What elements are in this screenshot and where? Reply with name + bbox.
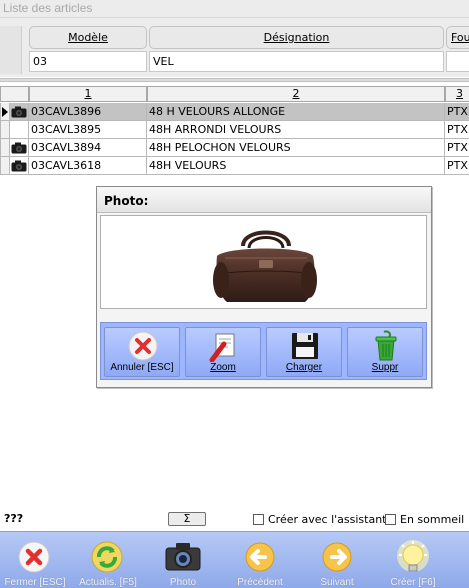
cell-code: 03CAVL3895 [29, 121, 147, 139]
floppy-disk-icon [292, 333, 318, 359]
zoom-icon [209, 333, 235, 362]
row-photo-cell [10, 121, 29, 139]
arrow-left-icon [245, 542, 275, 572]
camera-icon [11, 106, 27, 118]
delete-button[interactable]: Suppr [347, 327, 423, 377]
row-photo-cell [10, 157, 29, 175]
grid-header-col2[interactable]: 2 [147, 86, 445, 102]
previous-button[interactable]: Précédent [225, 532, 295, 588]
cell-code: 03CAVL3896 [29, 103, 147, 121]
table-row[interactable]: 03CAVL3895 48H ARRONDI VELOURS PTX [0, 121, 469, 139]
current-row-arrow-icon [2, 107, 8, 117]
camera-icon [165, 543, 201, 571]
filter-header-designation[interactable]: Désignation [149, 26, 444, 49]
trash-bin-icon [375, 330, 397, 361]
photo-preview [100, 215, 427, 309]
row-indicator [0, 103, 10, 121]
cell-designation: 48H VELOURS [147, 157, 445, 175]
cell-col3: PTX [445, 157, 469, 175]
refresh-button[interactable]: Actualis. [F5] [73, 532, 143, 588]
cell-code: 03CAVL3618 [29, 157, 147, 175]
table-row[interactable]: 03CAVL3618 48H VELOURS PTX [0, 157, 469, 175]
grid-header-col3[interactable]: 3 [445, 86, 469, 102]
window-title: Liste des articles [3, 1, 93, 15]
light-bulb-icon [397, 540, 429, 572]
cell-designation: 48H PELOCHON VELOURS [147, 139, 445, 157]
filter-input-fournisseur[interactable] [446, 51, 469, 72]
close-button[interactable]: Fermer [ESC] [0, 532, 70, 588]
cancel-x-icon [128, 331, 158, 361]
cell-col3: PTX [445, 139, 469, 157]
create-button[interactable]: Créer [F6] [378, 532, 448, 588]
camera-icon [11, 160, 27, 172]
arrow-right-icon [322, 542, 352, 572]
row-indicator [0, 121, 10, 139]
create-with-assistant-checkbox[interactable] [253, 514, 264, 525]
window-titlebar: Liste des articles [0, 0, 469, 18]
cell-col3: PTX [445, 103, 469, 121]
filter-header-fournisseur[interactable]: Fou [446, 26, 469, 49]
create-with-assistant-label: Créer avec l'assistant [268, 513, 387, 526]
product-photo-bag [213, 230, 317, 302]
sleeping-label: En sommeil [400, 513, 465, 526]
cell-designation: 48H ARRONDI VELOURS [147, 121, 445, 139]
cell-code: 03CAVL3894 [29, 139, 147, 157]
status-bar: ??? Σ Créer avec l'assistant En sommeil [0, 507, 469, 531]
row-indicator [0, 157, 10, 175]
zoom-button[interactable]: Zoom [185, 327, 261, 377]
photo-dialog-toolbar: Annuler [ESC] Zoom Charger Suppr [100, 322, 427, 380]
row-photo-cell [10, 103, 29, 121]
photo-dialog-titlebar[interactable]: Photo: [97, 187, 431, 213]
cell-col3: PTX [445, 121, 469, 139]
next-button[interactable]: Suivant [302, 532, 372, 588]
filter-selector-strip [0, 26, 22, 74]
photo-dialog-title: Photo: [104, 194, 149, 208]
filter-input-modele[interactable]: 03 [29, 51, 147, 72]
row-photo-cell [10, 139, 29, 157]
cancel-button[interactable]: Annuler [ESC] [104, 327, 180, 377]
sleeping-checkbox[interactable] [385, 514, 396, 525]
table-row[interactable]: 03CAVL3896 48 H VELOURS ALLONGE PTX [0, 103, 469, 121]
refresh-icon [91, 541, 123, 573]
grid-header-col1[interactable]: 1 [29, 86, 147, 102]
bottom-toolbar: Fermer [ESC] Actualis. [F5] Photo Précéd… [0, 531, 469, 588]
filter-area: Modèle Désignation Fou 03 VEL [0, 18, 469, 77]
camera-icon [11, 142, 27, 154]
table-row[interactable]: 03CAVL3894 48H PELOCHON VELOURS PTX [0, 139, 469, 157]
row-indicator [0, 139, 10, 157]
grid-header-corner [0, 86, 29, 102]
photo-dialog: Photo: Annuler [ESC] Zoom Charger Suppr [96, 186, 432, 388]
photo-button[interactable]: Photo [148, 532, 218, 588]
filter-input-designation[interactable]: VEL [149, 51, 444, 72]
load-button[interactable]: Charger [266, 327, 342, 377]
cancel-x-icon [18, 541, 50, 573]
cell-designation: 48 H VELOURS ALLONGE [147, 103, 445, 121]
sum-button[interactable]: Σ [168, 512, 206, 526]
filter-header-modele[interactable]: Modèle [29, 26, 147, 49]
splitter[interactable] [0, 78, 469, 82]
status-text: ??? [4, 512, 24, 525]
